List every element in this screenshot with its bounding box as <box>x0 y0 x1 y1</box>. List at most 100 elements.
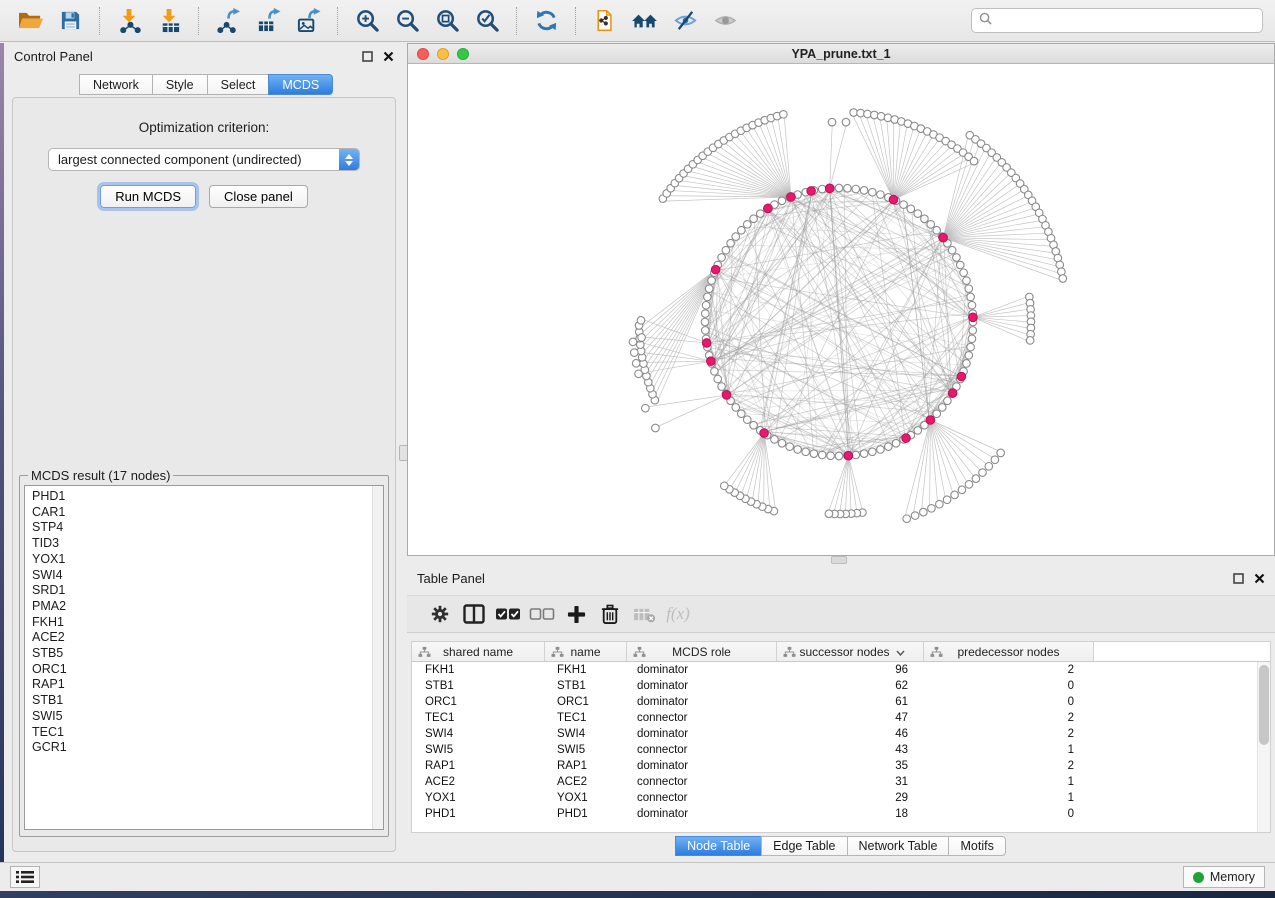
result-list-item[interactable]: TEC1 <box>32 725 383 741</box>
table-row[interactable]: YOX1 YOX1 connector 29 1 <box>412 790 1270 806</box>
deselect-all-button[interactable] <box>525 599 559 629</box>
column-type-icon <box>633 646 646 661</box>
table-row[interactable]: SWI5 SWI5 connector 43 1 <box>412 742 1270 758</box>
table-scrollbar[interactable] <box>1257 662 1270 832</box>
result-list-item[interactable]: SWI4 <box>32 568 383 584</box>
zoom-fit-button[interactable] <box>427 4 467 38</box>
hide-panel-button[interactable] <box>665 4 705 38</box>
tab-label: Select <box>221 78 256 92</box>
result-list-scrollbar[interactable] <box>372 486 383 829</box>
import-table-button[interactable] <box>149 4 189 38</box>
task-history-button[interactable] <box>10 866 40 888</box>
result-list-item[interactable]: YOX1 <box>32 552 383 568</box>
table-tab[interactable]: Network Table <box>847 836 950 856</box>
search-input[interactable] <box>997 14 1255 28</box>
result-list-item[interactable]: STP4 <box>32 520 383 536</box>
result-list-item[interactable]: TID3 <box>32 536 383 552</box>
zoom-in-button[interactable] <box>347 4 387 38</box>
control-panel-tab[interactable]: Network <box>79 74 153 95</box>
close-table-panel-icon[interactable] <box>1254 573 1265 584</box>
maximize-window-icon[interactable] <box>457 48 469 60</box>
table-row[interactable]: TEC1 TEC1 connector 47 2 <box>412 710 1270 726</box>
columns-button[interactable] <box>457 599 491 629</box>
table-row[interactable]: STB1 STB1 dominator 62 0 <box>412 678 1270 694</box>
close-panel-button[interactable]: Close panel <box>209 185 308 208</box>
import-network-button[interactable] <box>109 4 149 38</box>
export-network-icon <box>216 8 241 33</box>
minimize-window-icon[interactable] <box>437 48 449 60</box>
close-panel-icon[interactable] <box>383 51 394 62</box>
table-tab[interactable]: Motifs <box>948 836 1005 856</box>
result-list-item[interactable]: CAR1 <box>32 505 383 521</box>
column-header-label: successor nodes <box>795 645 893 659</box>
table-row[interactable]: RAP1 RAP1 dominator 35 2 <box>412 758 1270 774</box>
hide-panel-icon <box>673 8 698 33</box>
close-window-icon[interactable] <box>417 48 429 60</box>
run-mcds-button[interactable]: Run MCDS <box>100 185 196 208</box>
result-list-item[interactable]: ACE2 <box>32 630 383 646</box>
column-header-label: shared name <box>439 645 517 659</box>
list-icon <box>16 870 34 884</box>
result-list-item[interactable]: GCR1 <box>32 740 383 756</box>
settings-button[interactable] <box>423 599 457 629</box>
result-list-item[interactable]: ORC1 <box>32 662 383 678</box>
settings-icon <box>430 604 450 624</box>
export-image-button[interactable] <box>288 4 328 38</box>
column-header[interactable]: predecessor nodes <box>924 642 1094 661</box>
result-list-item[interactable]: RAP1 <box>32 677 383 693</box>
tab-label: MCDS <box>282 78 319 92</box>
mcds-panel: Optimization criterion: largest connecte… <box>12 97 396 852</box>
save-session-button[interactable] <box>50 4 90 38</box>
toolbar-separator <box>575 7 576 35</box>
clone-network-button[interactable] <box>585 4 625 38</box>
toolbar-separator <box>198 7 199 35</box>
home-button[interactable] <box>625 4 665 38</box>
delete-column-button[interactable] <box>593 599 627 629</box>
column-type-icon <box>930 646 943 661</box>
add-column-button[interactable] <box>559 599 593 629</box>
column-header[interactable]: MCDS role <box>627 642 777 661</box>
control-panel-title: Control Panel <box>14 49 93 64</box>
table-row[interactable]: ACE2 ACE2 connector 31 1 <box>412 774 1270 790</box>
export-table-button[interactable] <box>248 4 288 38</box>
network-canvas[interactable] <box>408 64 1274 555</box>
memory-button[interactable]: Memory <box>1183 866 1265 888</box>
table-panel: Table Panel f(x) <box>407 565 1275 862</box>
result-list-item[interactable]: PHD1 <box>32 489 383 505</box>
result-list-item[interactable]: PMA2 <box>32 599 383 615</box>
result-list-item[interactable]: STB5 <box>32 646 383 662</box>
result-list-item[interactable]: FKH1 <box>32 615 383 631</box>
control-panel-tab[interactable]: Style <box>152 74 208 95</box>
select-all-button[interactable] <box>491 599 525 629</box>
mcds-result-list[interactable]: PHD1 CAR1 STP4 TID3 YOX1 SWI4 SRD1 <box>24 485 384 830</box>
main-toolbar <box>0 0 1275 42</box>
zoom-selected-button[interactable] <box>467 4 507 38</box>
delete-table-icon <box>633 606 656 623</box>
column-header[interactable]: successor nodes <box>777 642 924 661</box>
control-panel-tab[interactable]: Select <box>207 74 270 95</box>
horizontal-splitter-grip[interactable] <box>831 556 847 564</box>
criterion-select[interactable]: largest connected component (undirected) <box>48 148 360 171</box>
table-tab[interactable]: Node Table <box>675 836 762 856</box>
float-table-panel-icon[interactable] <box>1233 573 1244 584</box>
open-file-button[interactable] <box>10 4 50 38</box>
export-network-button[interactable] <box>208 4 248 38</box>
result-list-item[interactable]: SRD1 <box>32 583 383 599</box>
refresh-button[interactable] <box>526 4 566 38</box>
column-header[interactable]: name <box>545 642 627 661</box>
table-row[interactable]: SWI4 SWI4 dominator 46 2 <box>412 726 1270 742</box>
table-row[interactable]: ORC1 ORC1 dominator 61 0 <box>412 694 1270 710</box>
table-row[interactable]: PHD1 PHD1 dominator 18 0 <box>412 806 1270 822</box>
float-panel-icon[interactable] <box>362 51 373 62</box>
zoom-out-button[interactable] <box>387 4 427 38</box>
column-header[interactable]: shared name <box>412 642 545 661</box>
table-scrollbar-thumb[interactable] <box>1259 665 1269 745</box>
main-toolbar-icons <box>10 4 745 38</box>
control-panel-tab[interactable]: MCDS <box>268 74 333 95</box>
table-toolbar-icons: f(x) <box>423 599 695 629</box>
table-tab[interactable]: Edge Table <box>761 836 847 856</box>
network-window-title: YPA_prune.txt_1 <box>408 47 1274 61</box>
result-list-item[interactable]: SWI5 <box>32 709 383 725</box>
result-list-item[interactable]: STB1 <box>32 693 383 709</box>
table-row[interactable]: FKH1 FKH1 dominator 96 2 <box>412 662 1270 678</box>
